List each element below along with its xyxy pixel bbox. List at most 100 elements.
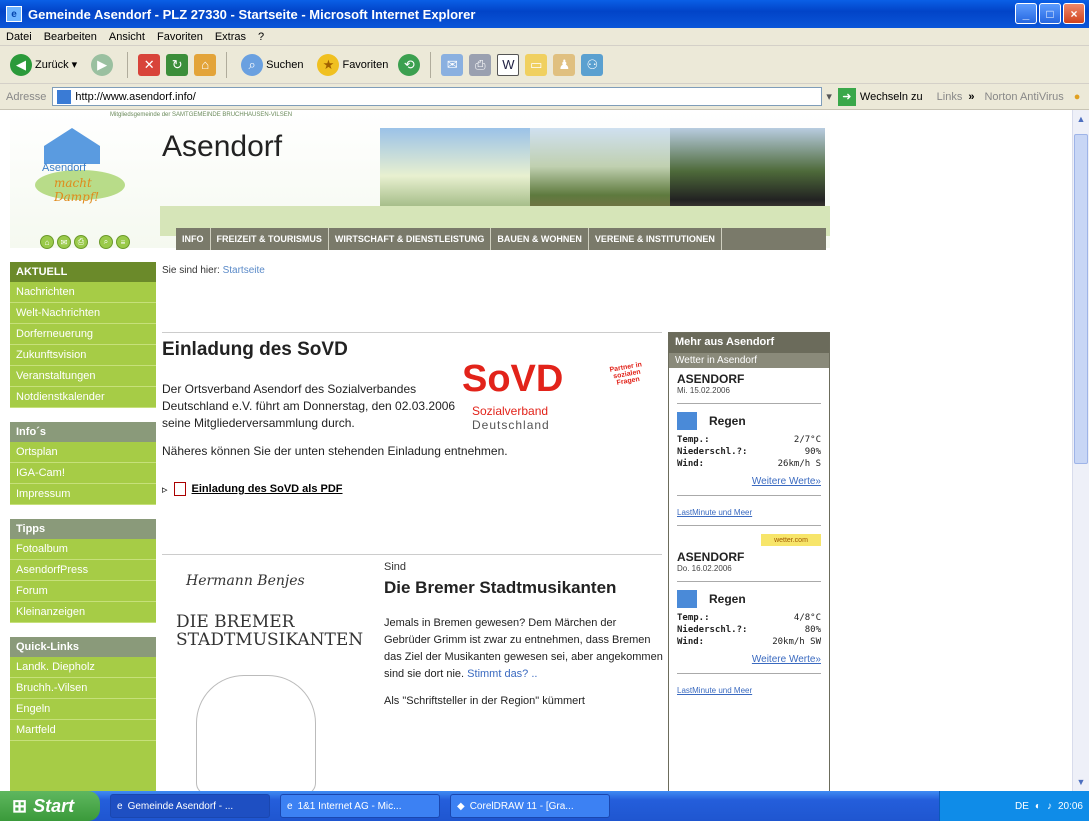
quick-icons: ⌂ ✉ ⎙ ⌕ ≡ bbox=[40, 235, 130, 249]
pdf-link[interactable]: ▹ Einladung des SoVD als PDF bbox=[162, 482, 662, 496]
icon-sitemap[interactable]: ≡ bbox=[116, 235, 130, 249]
sidebar-sub[interactable]: Wetter in Asendorf bbox=[669, 353, 829, 368]
maximize-button[interactable]: □ bbox=[1039, 3, 1061, 24]
menu-file[interactable]: Datei bbox=[6, 31, 32, 43]
language-indicator[interactable]: DE bbox=[1015, 801, 1029, 812]
norton-button[interactable]: Norton AntiVirus bbox=[984, 91, 1063, 103]
nav-item-iga-cam[interactable]: IGA-Cam! bbox=[10, 463, 156, 484]
print-icon[interactable]: ⎙ bbox=[469, 53, 492, 76]
icon-search[interactable]: ⌕ bbox=[99, 235, 113, 249]
page-viewport: Mitgliedsgemeinde der SAMTGEMEINDE BRUCH… bbox=[0, 110, 1072, 791]
nav-head-aktuell: AKTUELL bbox=[10, 262, 156, 282]
lastminute-link[interactable]: LastMinute und Meer bbox=[669, 508, 829, 517]
nav-item-fotoalbum[interactable]: Fotoalbum bbox=[10, 539, 156, 560]
breadcrumb: Sie sind hier: Startseite bbox=[162, 265, 265, 276]
nav-bauen[interactable]: BAUEN & WOHNEN bbox=[491, 228, 589, 250]
task-coreldraw[interactable]: ◆ CorelDRAW 11 - [Gra... bbox=[450, 794, 610, 818]
start-button[interactable]: ⊞ Start bbox=[0, 791, 100, 821]
menu-edit[interactable]: Bearbeiten bbox=[44, 31, 97, 43]
nav-vereine[interactable]: VEREINE & INSTITUTIONEN bbox=[589, 228, 722, 250]
menu-view[interactable]: Ansicht bbox=[109, 31, 145, 43]
article-kicker: Sind bbox=[384, 561, 407, 573]
icon-print[interactable]: ⎙ bbox=[74, 235, 88, 249]
scroll-down-icon[interactable]: ▼ bbox=[1074, 775, 1088, 789]
icon-home[interactable]: ⌂ bbox=[40, 235, 54, 249]
network-icon[interactable]: ◐ bbox=[1035, 801, 1041, 812]
sovd-logo: SoVD Sozialverband Deutschland Partner i… bbox=[462, 358, 643, 432]
article-text-trail: Als "Schriftsteller in der Region" kümme… bbox=[384, 695, 585, 707]
chevron-icon[interactable]: » bbox=[968, 91, 974, 103]
favorites-button[interactable]: ★ Favoriten bbox=[313, 52, 392, 78]
wetter-com-badge[interactable]: wetter.com bbox=[761, 534, 821, 546]
nav-item-dorferneuerung[interactable]: Dorferneuerung bbox=[10, 324, 156, 345]
research-icon[interactable]: ⚇ bbox=[581, 53, 604, 76]
nav-freizeit[interactable]: FREIZEIT & TOURISMUS bbox=[211, 228, 329, 250]
nav-wirtschaft[interactable]: WIRTSCHAFT & DIENSTLEISTUNG bbox=[329, 228, 492, 250]
nav-head-tipps: Tipps bbox=[10, 519, 156, 539]
icon-mail[interactable]: ✉ bbox=[57, 235, 71, 249]
site-logo[interactable]: Asendorf macht Dampf! bbox=[30, 118, 140, 204]
task-1und1[interactable]: e 1&1 Internet AG - Mic... bbox=[280, 794, 440, 818]
article-text: Jemals in Bremen gewesen? Dem Märchen de… bbox=[384, 617, 663, 680]
stop-icon[interactable]: ✕ bbox=[138, 53, 161, 76]
scroll-thumb[interactable] bbox=[1074, 134, 1088, 464]
back-button[interactable]: ◀ Zurück ▾ bbox=[6, 52, 81, 78]
weather-more-link[interactable]: Weitere Werte» bbox=[677, 476, 821, 487]
house-icon bbox=[44, 128, 100, 164]
nav-item-ortsplan[interactable]: Ortsplan bbox=[10, 442, 156, 463]
go-button[interactable]: Wechseln zu bbox=[860, 91, 923, 103]
url-input[interactable]: http://www.asendorf.info/ bbox=[52, 87, 823, 106]
menu-favorites[interactable]: Favoriten bbox=[157, 31, 203, 43]
article-bremer: Hermann Benjes DIE BREMER STADTMUSIKANTE… bbox=[162, 554, 663, 791]
back-arrow-icon: ◀ bbox=[10, 53, 32, 76]
vertical-scrollbar[interactable]: ▲ ▼ bbox=[1072, 110, 1089, 791]
mail-icon[interactable]: ✉ bbox=[441, 53, 464, 76]
nav-item-nachrichten[interactable]: Nachrichten bbox=[10, 282, 156, 303]
nav-item-welt-nachrichten[interactable]: Welt-Nachrichten bbox=[10, 303, 156, 324]
nav-item-notdienstkalender[interactable]: Notdienstkalender bbox=[10, 387, 156, 408]
clock[interactable]: 20:06 bbox=[1058, 801, 1083, 812]
lastminute-link[interactable]: LastMinute und Meer bbox=[669, 686, 829, 695]
nav-item-engeln[interactable]: Engeln bbox=[10, 699, 156, 720]
article-text: Der Ortsverband Asendorf des Sozialverba… bbox=[162, 382, 456, 430]
pdf-icon bbox=[173, 482, 186, 496]
scroll-up-icon[interactable]: ▲ bbox=[1074, 112, 1088, 126]
left-navigation: AKTUELL Nachrichten Welt-Nachrichten Dor… bbox=[10, 262, 156, 791]
menu-help[interactable]: ? bbox=[258, 31, 264, 43]
forward-arrow-icon: ▶ bbox=[91, 53, 114, 76]
go-arrow-icon[interactable]: ➜ bbox=[837, 87, 856, 106]
forward-button[interactable]: ▶ bbox=[87, 52, 117, 78]
nav-item-bruchhausen[interactable]: Bruchh.-Vilsen bbox=[10, 678, 156, 699]
links-button[interactable]: Links bbox=[937, 91, 963, 103]
article-more-link[interactable]: Stimmt das? .. bbox=[467, 668, 537, 680]
folder-icon[interactable]: ▭ bbox=[525, 53, 548, 76]
messenger-icon[interactable]: ♟ bbox=[553, 53, 576, 76]
nav-info[interactable]: INFO bbox=[176, 228, 211, 250]
refresh-icon[interactable]: ↻ bbox=[166, 53, 189, 76]
word-icon[interactable]: W bbox=[497, 53, 520, 76]
breadcrumb-link-startseite[interactable]: Startseite bbox=[223, 265, 265, 276]
nav-item-impressum[interactable]: Impressum bbox=[10, 484, 156, 505]
article-text-2: Näheres können Sie der unten stehenden E… bbox=[162, 444, 508, 458]
toolbar: ◀ Zurück ▾ ▶ ✕ ↻ ⌂ ⌕ Suchen ★ Favoriten ⟲… bbox=[0, 46, 1089, 84]
nav-item-kleinanzeigen[interactable]: Kleinanzeigen bbox=[10, 602, 156, 623]
address-dropdown-icon[interactable]: ▾ bbox=[826, 90, 832, 103]
nav-item-forum[interactable]: Forum bbox=[10, 581, 156, 602]
weather-more-link[interactable]: Weitere Werte» bbox=[677, 654, 821, 665]
nav-item-veranstaltungen[interactable]: Veranstaltungen bbox=[10, 366, 156, 387]
nav-item-landkreis[interactable]: Landk. Diepholz bbox=[10, 657, 156, 678]
volume-icon[interactable]: ♪ bbox=[1047, 801, 1052, 812]
nav-item-asendorfpress[interactable]: AsendorfPress bbox=[10, 560, 156, 581]
coreldraw-icon: ◆ bbox=[457, 800, 465, 812]
search-button[interactable]: ⌕ Suchen bbox=[237, 52, 307, 78]
home-icon[interactable]: ⌂ bbox=[194, 53, 217, 76]
norton-icon[interactable]: ● bbox=[1074, 91, 1081, 103]
task-asendorf[interactable]: e Gemeinde Asendorf - ... bbox=[110, 794, 270, 818]
nav-item-martfeld[interactable]: Martfeld bbox=[10, 720, 156, 741]
nav-item-zukunftsvision[interactable]: Zukunftsvision bbox=[10, 345, 156, 366]
minimize-button[interactable]: _ bbox=[1015, 3, 1037, 24]
history-icon[interactable]: ⟲ bbox=[398, 53, 421, 76]
star-icon: ★ bbox=[317, 53, 340, 76]
menu-extras[interactable]: Extras bbox=[215, 31, 246, 43]
close-button[interactable]: × bbox=[1063, 3, 1085, 24]
